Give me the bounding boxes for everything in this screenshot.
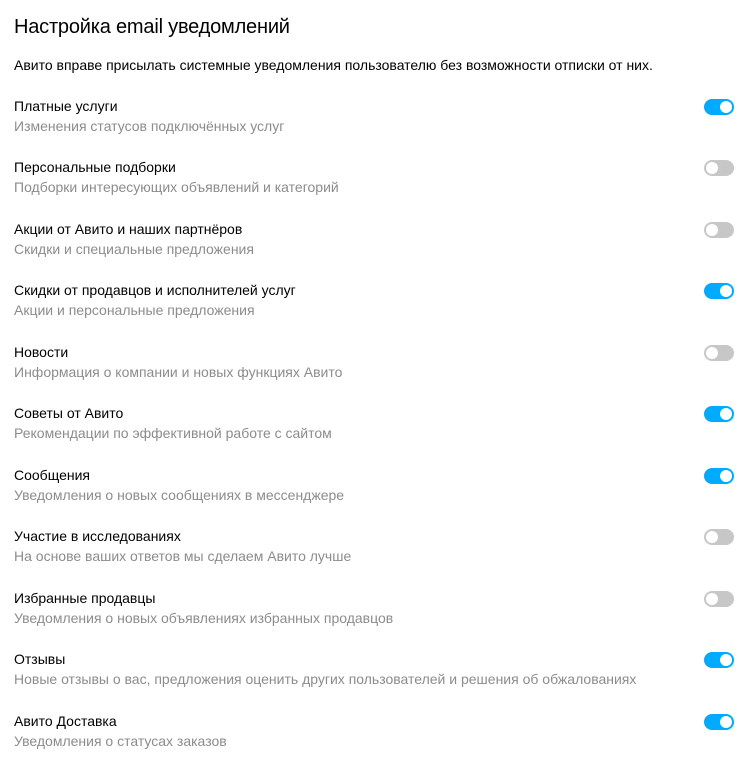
toggle-delivery[interactable] — [704, 714, 734, 730]
toggle-discounts[interactable] — [704, 283, 734, 299]
toggle-knob — [706, 347, 718, 359]
setting-row-research: Участие в исследованияхНа основе ваших о… — [14, 527, 734, 566]
toggle-knob — [720, 285, 732, 297]
toggle-knob — [706, 593, 718, 605]
toggle-tips[interactable] — [704, 406, 734, 422]
setting-title: Платные услуги — [14, 97, 684, 116]
setting-title: Советы от Авито — [14, 404, 684, 423]
setting-row-tips: Советы от АвитоРекомендации по эффективн… — [14, 404, 734, 443]
setting-desc: Уведомления о новых объявлениях избранны… — [14, 609, 684, 629]
setting-text: НовостиИнформация о компании и новых фун… — [14, 343, 704, 382]
setting-row-reviews: ОтзывыНовые отзывы о вас, предложения оц… — [14, 650, 734, 689]
toggle-knob — [706, 224, 718, 236]
toggle-knob — [706, 531, 718, 543]
setting-row-fav-sellers: Избранные продавцыУведомления о новых об… — [14, 589, 734, 628]
setting-desc: Скидки и специальные предложения — [14, 240, 684, 260]
setting-row-personal-collections: Персональные подборкиПодборки интересующ… — [14, 158, 734, 197]
setting-desc: Уведомления о статусах заказов — [14, 732, 684, 752]
setting-desc: Информация о компании и новых функциях А… — [14, 363, 684, 383]
toggle-knob — [720, 101, 732, 113]
toggle-knob — [720, 470, 732, 482]
toggle-knob — [720, 408, 732, 420]
setting-title: Новости — [14, 343, 684, 362]
setting-desc: На основе ваших ответов мы сделаем Авито… — [14, 547, 684, 567]
setting-row-discounts: Скидки от продавцов и исполнителей услуг… — [14, 281, 734, 320]
toggle-promotions[interactable] — [704, 222, 734, 238]
toggle-knob — [720, 716, 732, 728]
setting-text: Избранные продавцыУведомления о новых об… — [14, 589, 704, 628]
setting-text: Персональные подборкиПодборки интересующ… — [14, 158, 704, 197]
setting-title: Избранные продавцы — [14, 589, 684, 608]
setting-title: Сообщения — [14, 466, 684, 485]
setting-text: Акции от Авито и наших партнёровСкидки и… — [14, 220, 704, 259]
setting-desc: Подборки интересующих объявлений и катег… — [14, 178, 684, 198]
setting-row-messages: СообщенияУведомления о новых сообщениях … — [14, 466, 734, 505]
toggle-research[interactable] — [704, 529, 734, 545]
setting-title: Отзывы — [14, 650, 684, 669]
settings-list: Платные услугиИзменения статусов подключ… — [14, 97, 734, 751]
toggle-personal-collections[interactable] — [704, 160, 734, 176]
setting-row-paid-services: Платные услугиИзменения статусов подключ… — [14, 97, 734, 136]
toggle-knob — [706, 162, 718, 174]
setting-row-news: НовостиИнформация о компании и новых фун… — [14, 343, 734, 382]
setting-desc: Рекомендации по эффективной работе с сай… — [14, 424, 684, 444]
setting-text: ОтзывыНовые отзывы о вас, предложения оц… — [14, 650, 704, 689]
setting-title: Персональные подборки — [14, 158, 684, 177]
setting-text: Советы от АвитоРекомендации по эффективн… — [14, 404, 704, 443]
setting-row-promotions: Акции от Авито и наших партнёровСкидки и… — [14, 220, 734, 259]
setting-title: Акции от Авито и наших партнёров — [14, 220, 684, 239]
toggle-messages[interactable] — [704, 468, 734, 484]
setting-desc: Уведомления о новых сообщениях в мессенд… — [14, 486, 684, 506]
setting-desc: Изменения статусов подключённых услуг — [14, 117, 684, 137]
setting-row-delivery: Авито ДоставкаУведомления о статусах зак… — [14, 712, 734, 751]
setting-title: Скидки от продавцов и исполнителей услуг — [14, 281, 684, 300]
setting-title: Авито Доставка — [14, 712, 684, 731]
setting-text: Авито ДоставкаУведомления о статусах зак… — [14, 712, 704, 751]
setting-title: Участие в исследованиях — [14, 527, 684, 546]
disclaimer-text: Авито вправе присылать системные уведомл… — [14, 57, 734, 73]
toggle-fav-sellers[interactable] — [704, 591, 734, 607]
toggle-knob — [720, 654, 732, 666]
setting-text: СообщенияУведомления о новых сообщениях … — [14, 466, 704, 505]
setting-desc: Акции и персональные предложения — [14, 301, 684, 321]
toggle-reviews[interactable] — [704, 652, 734, 668]
toggle-news[interactable] — [704, 345, 734, 361]
page-title: Настройка email уведомлений — [14, 16, 734, 39]
setting-text: Участие в исследованияхНа основе ваших о… — [14, 527, 704, 566]
setting-text: Скидки от продавцов и исполнителей услуг… — [14, 281, 704, 320]
setting-desc: Новые отзывы о вас, предложения оценить … — [14, 670, 684, 690]
setting-text: Платные услугиИзменения статусов подключ… — [14, 97, 704, 136]
toggle-paid-services[interactable] — [704, 99, 734, 115]
